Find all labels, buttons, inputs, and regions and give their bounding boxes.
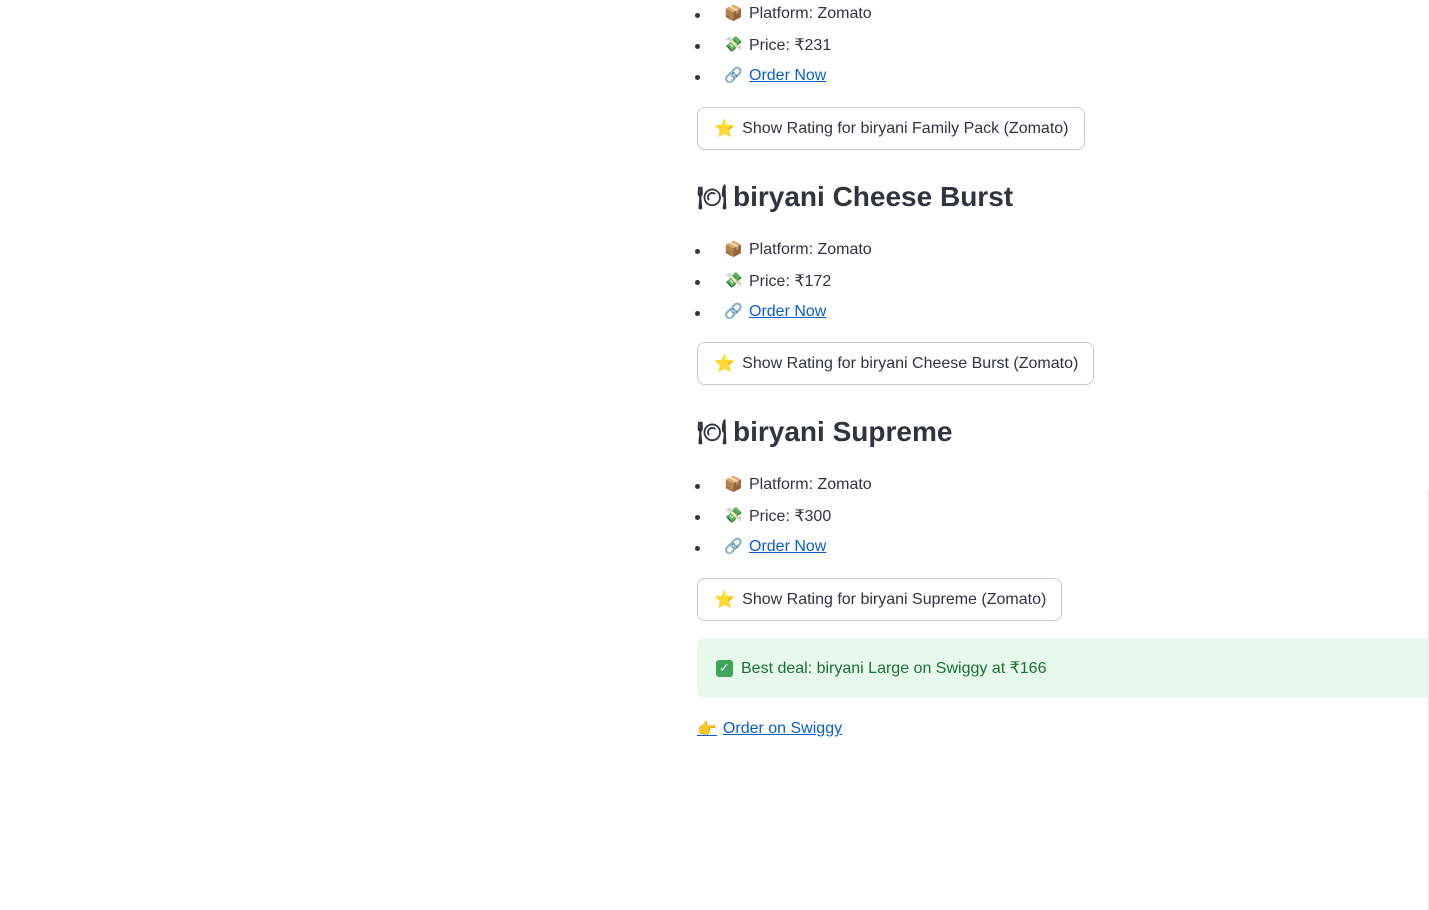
plate-cutlery-icon: 🍽: [697, 183, 728, 211]
link-icon: 🔗: [724, 303, 743, 320]
link-icon: 🔗: [724, 67, 743, 84]
list-item: 📦 Platform: Zomato: [695, 0, 1297, 29]
money-icon: 💸: [724, 272, 743, 289]
package-icon: 📦: [724, 476, 743, 493]
item-details-list: 📦 Platform: Zomato 💸 Price: ₹231 🔗 Order…: [695, 0, 1297, 91]
rating-button-label: Show Rating for biryani Family Pack (Zom…: [742, 119, 1069, 137]
item-details-list: 📦 Platform: Zomato 💸 Price: ₹172 🔗 Order…: [695, 234, 1297, 327]
item-title-text: biryani Supreme: [733, 416, 953, 447]
show-rating-button[interactable]: ⭐ Show Rating for biryani Supreme (Zomat…: [697, 578, 1063, 621]
rating-button-wrap: ⭐ Show Rating for biryani Supreme (Zomat…: [697, 578, 1063, 621]
price-label: Price: ₹300: [749, 507, 832, 525]
list-item: 🔗 Order Now: [695, 531, 1297, 562]
best-deal-banner: ✓ Best deal: biryani Large on Swiggy at …: [697, 638, 1429, 698]
platform-label: Platform: Zomato: [749, 4, 872, 22]
best-deal-text: Best deal: biryani Large on Swiggy at ₹1…: [741, 660, 1047, 677]
rating-button-wrap: ⭐ Show Rating for biryani Cheese Burst (…: [697, 342, 1095, 385]
package-icon: 📦: [724, 5, 743, 22]
plate-cutlery-icon: 🍽: [697, 418, 728, 446]
money-icon: 💸: [724, 36, 743, 53]
list-item: 💸 Price: ₹300: [695, 500, 1297, 531]
list-item: 📦 Platform: Zomato: [695, 469, 1297, 500]
price-label: Price: ₹172: [749, 272, 832, 290]
order-on-swiggy-link[interactable]: 👉 Order on Swiggy: [697, 717, 842, 741]
list-item: 🔗 Order Now: [695, 60, 1297, 91]
link-icon: 🔗: [724, 538, 743, 555]
item-title: 🍽 biryani Cheese Burst: [697, 177, 1013, 217]
money-icon: 💸: [724, 507, 743, 524]
list-item: 💸 Price: ₹172: [695, 265, 1297, 296]
platform-label: Platform: Zomato: [749, 240, 872, 258]
order-now-link[interactable]: Order Now: [749, 303, 826, 321]
rating-button-label: Show Rating for biryani Cheese Burst (Zo…: [742, 354, 1079, 372]
item-title-text: biryani Cheese Burst: [733, 181, 1014, 212]
rating-button-wrap: ⭐ Show Rating for biryani Family Pack (Z…: [697, 107, 1085, 150]
order-on-swiggy-label: Order on Swiggy: [722, 720, 843, 737]
package-icon: 📦: [724, 241, 743, 258]
item-title: 🍽 biryani Supreme: [697, 412, 952, 452]
item-details-list: 📦 Platform: Zomato 💸 Price: ₹300 🔗 Order…: [695, 469, 1297, 562]
list-item: 💸 Price: ₹231: [695, 29, 1297, 60]
star-icon: ⭐: [714, 118, 736, 138]
pointing-hand-icon: 👉: [697, 721, 717, 738]
check-icon: ✓: [716, 659, 733, 677]
price-label: Price: ₹231: [749, 36, 832, 54]
platform-label: Platform: Zomato: [749, 475, 872, 493]
order-now-link[interactable]: Order Now: [749, 67, 826, 85]
order-now-link[interactable]: Order Now: [749, 538, 826, 556]
list-item: 🔗 Order Now: [695, 296, 1297, 327]
star-icon: ⭐: [714, 353, 736, 373]
show-rating-button[interactable]: ⭐ Show Rating for biryani Cheese Burst (…: [697, 342, 1095, 385]
show-rating-button[interactable]: ⭐ Show Rating for biryani Family Pack (Z…: [697, 107, 1085, 150]
star-icon: ⭐: [714, 589, 736, 609]
rating-button-label: Show Rating for biryani Supreme (Zomato): [742, 590, 1047, 608]
page: 📦 Platform: Zomato 💸 Price: ₹231 🔗 Order…: [0, 0, 1429, 910]
list-item: 📦 Platform: Zomato: [695, 234, 1297, 265]
